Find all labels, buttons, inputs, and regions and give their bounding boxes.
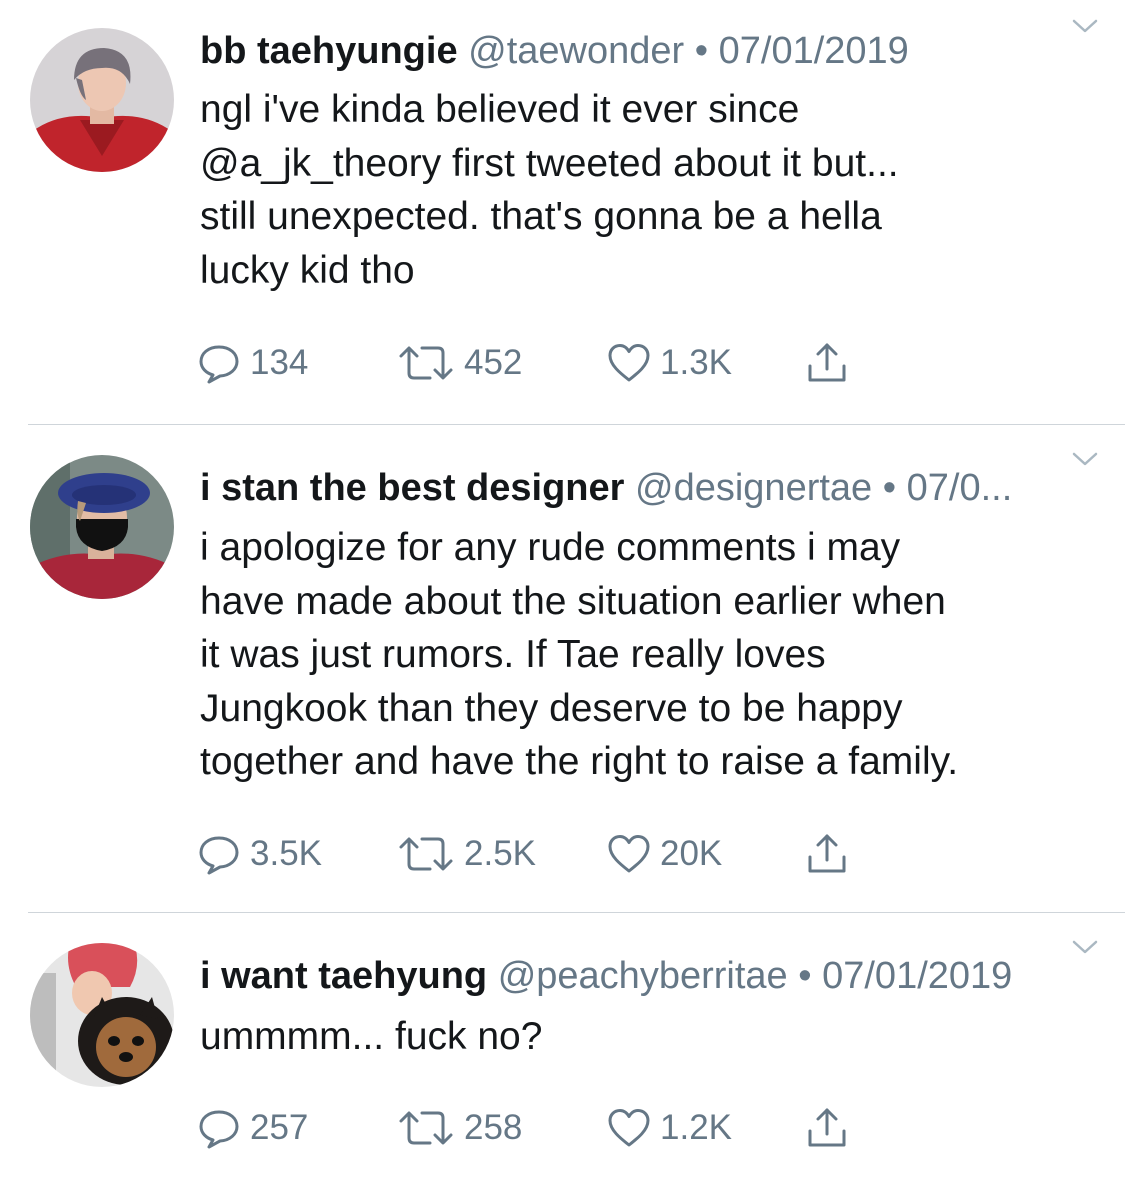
- avatar-photo: [30, 943, 174, 1087]
- tweet-date[interactable]: 07/01/2019: [719, 30, 909, 72]
- display-name[interactable]: i stan the best designer: [200, 467, 624, 509]
- retweet-count: 258: [464, 1108, 523, 1147]
- reply-icon: [199, 836, 239, 875]
- tweet-text-line: have made about the situation earlier wh…: [200, 579, 946, 623]
- user-handle[interactable]: @designertae: [635, 467, 872, 509]
- avatar-photo: [30, 455, 174, 599]
- like-button[interactable]: 20K: [606, 829, 722, 879]
- avatar[interactable]: [30, 455, 174, 599]
- separator-dot: •: [882, 467, 897, 509]
- tweet-header: i want taehyung @peachyberritae • 07/01/…: [200, 953, 1065, 999]
- tweet-text-line: @a_jk_theory first tweeted about it but.…: [200, 141, 899, 185]
- reply-icon: [199, 1110, 239, 1149]
- share-icon: [808, 1108, 846, 1147]
- like-count: 1.3K: [660, 343, 732, 382]
- retweet-count: 2.5K: [464, 834, 536, 873]
- retweet-icon: [399, 1111, 453, 1145]
- chevron-down-icon[interactable]: [1071, 451, 1099, 469]
- reply-button[interactable]: 257: [196, 1103, 308, 1153]
- chevron-down-icon[interactable]: [1071, 18, 1099, 36]
- tweet-text-line: still unexpected. that's gonna be a hell…: [200, 195, 882, 238]
- user-handle[interactable]: @taewonder: [468, 30, 684, 72]
- share-icon: [808, 834, 846, 873]
- share-button[interactable]: [804, 1103, 850, 1153]
- retweet-button[interactable]: 452: [396, 338, 522, 388]
- tweet-text-line: ngl i've kinda believed it ever since: [200, 88, 800, 131]
- avatar[interactable]: [30, 28, 174, 172]
- retweet-icon: [399, 346, 453, 380]
- tweet-text-line: i apologize for any rude comments i may: [200, 526, 901, 569]
- tweet-text-line: lucky kid tho: [200, 248, 415, 292]
- retweet-button[interactable]: 2.5K: [396, 829, 536, 879]
- tweet-text-line: Jungkook than they deserve to be happy: [200, 686, 903, 730]
- display-name[interactable]: i want taehyung: [200, 955, 487, 997]
- avatar[interactable]: [30, 943, 174, 1087]
- tweet-text-line: ummmm... fuck no?: [200, 1015, 543, 1058]
- tweet[interactable]: i want taehyung @peachyberritae • 07/01/…: [0, 913, 1125, 1185]
- tweet-header: i stan the best designer @designertae • …: [200, 465, 1065, 511]
- retweet-count: 452: [464, 343, 523, 382]
- tweet-feed: bb taehyungie @taewonder • 07/01/2019 ng…: [0, 0, 1125, 1185]
- tweet-text: ngl i've kinda believed it ever since @a…: [200, 83, 1100, 297]
- tweet-date[interactable]: 07/01/2019: [822, 955, 1012, 997]
- like-button[interactable]: 1.2K: [606, 1103, 732, 1153]
- reply-count: 257: [250, 1108, 309, 1147]
- reply-count: 134: [250, 343, 309, 382]
- heart-icon: [608, 1109, 650, 1147]
- separator-dot: •: [694, 30, 709, 72]
- tweet-text: i apologize for any rude comments i may …: [200, 521, 1100, 789]
- tweet-text-line: together and have the right to raise a f…: [200, 740, 959, 783]
- like-button[interactable]: 1.3K: [606, 338, 732, 388]
- tweet[interactable]: bb taehyungie @taewonder • 07/01/2019 ng…: [0, 0, 1125, 425]
- tweet-date[interactable]: 07/0...: [907, 467, 1013, 509]
- reply-count: 3.5K: [250, 834, 322, 873]
- user-handle[interactable]: @peachyberritae: [498, 955, 788, 997]
- chevron-down-icon[interactable]: [1071, 939, 1099, 957]
- share-button[interactable]: [804, 829, 850, 879]
- retweet-icon: [399, 837, 453, 871]
- tweet[interactable]: i stan the best designer @designertae • …: [0, 425, 1125, 913]
- reply-button[interactable]: 3.5K: [196, 829, 322, 879]
- tweet-text-line: it was just rumors. If Tae really loves: [200, 633, 826, 676]
- like-count: 1.2K: [660, 1108, 732, 1147]
- share-icon: [808, 343, 846, 382]
- tweet-text: ummmm... fuck no?: [200, 1010, 1100, 1064]
- heart-icon: [608, 344, 650, 382]
- heart-icon: [608, 835, 650, 873]
- retweet-button[interactable]: 258: [396, 1103, 522, 1153]
- reply-button[interactable]: 134: [196, 338, 308, 388]
- like-count: 20K: [660, 834, 723, 873]
- separator-dot: •: [798, 955, 812, 997]
- tweet-header: bb taehyungie @taewonder • 07/01/2019: [200, 28, 1065, 74]
- share-button[interactable]: [804, 338, 850, 388]
- display-name[interactable]: bb taehyungie: [200, 30, 458, 72]
- reply-icon: [199, 345, 239, 384]
- avatar-photo: [30, 28, 174, 172]
